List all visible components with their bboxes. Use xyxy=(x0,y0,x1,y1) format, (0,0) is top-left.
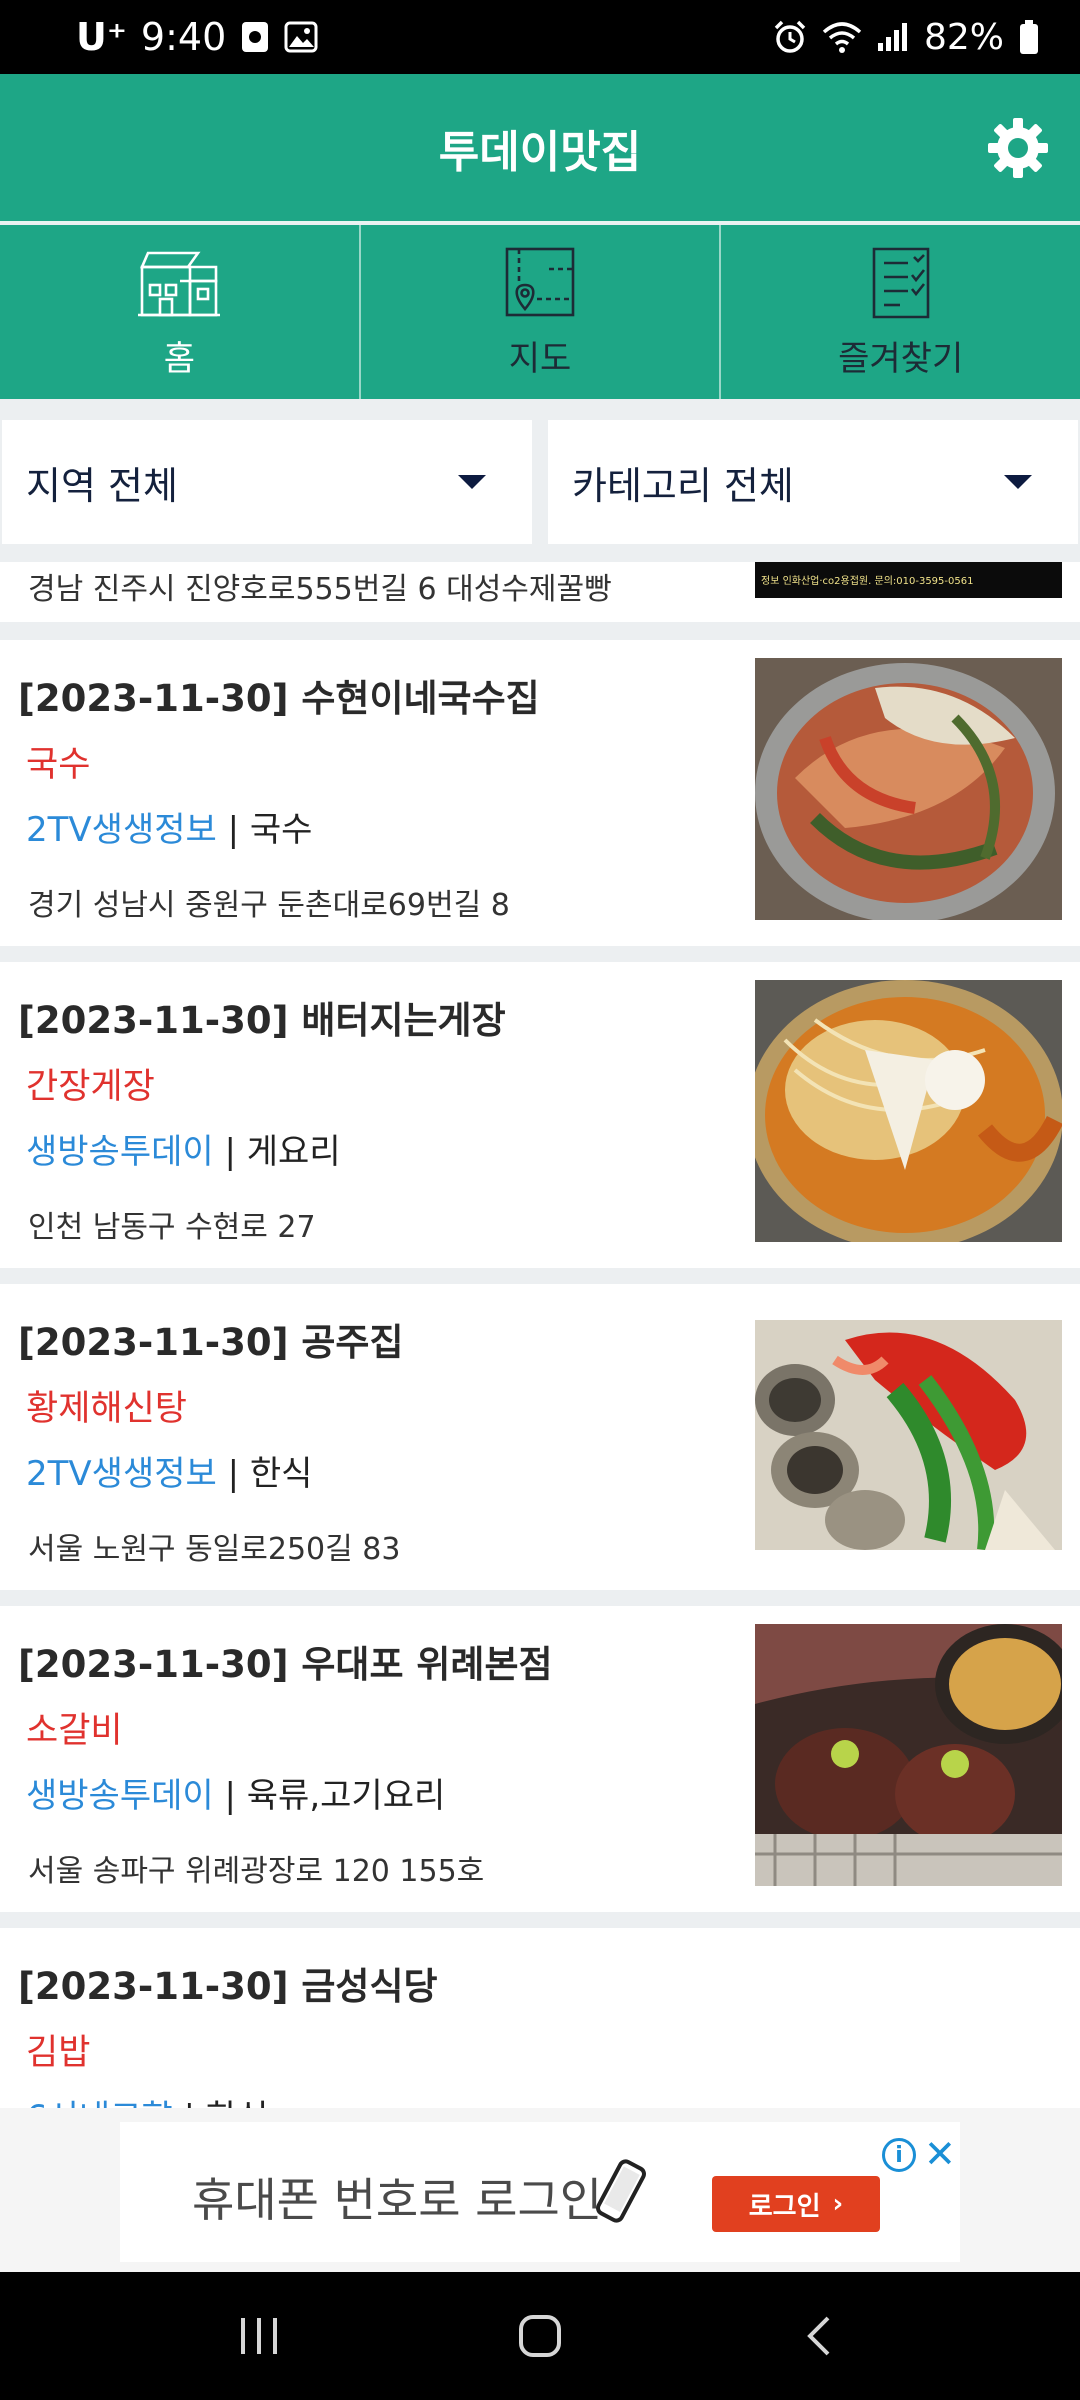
region-select[interactable]: 지역 전체 xyxy=(2,420,532,544)
battery-icon xyxy=(1020,20,1038,54)
tab-home[interactable]: 홈 xyxy=(0,225,361,399)
ad-login-label: 로그인 xyxy=(748,2191,821,2222)
restaurant-menu: 김밥 xyxy=(26,2033,91,2073)
restaurant-menu: 국수 xyxy=(26,745,91,785)
restaurant-title: [2023-11-30] 공주집 xyxy=(18,1321,404,1364)
home-button[interactable] xyxy=(500,2296,580,2376)
clock: 9:40 xyxy=(140,15,227,59)
info-icon[interactable]: i xyxy=(882,2138,916,2172)
app-header: 투데이맛집 xyxy=(0,74,1080,223)
chevron-down-icon xyxy=(458,475,486,489)
list-item[interactable]: [2023-11-30] 금성식당 김밥 6시내고향 | 한식 xyxy=(0,1928,1080,2108)
ad-text: 휴대폰 번호로 로그인 xyxy=(192,2173,603,2227)
tab-label-favorites: 즐겨찾기 xyxy=(838,338,964,379)
source-separator: | xyxy=(224,1776,236,1816)
phone-icon xyxy=(596,2159,646,2223)
back-button[interactable] xyxy=(780,2296,860,2376)
filter-row: 지역 전체 카테고리 전체 xyxy=(0,420,1080,544)
restaurant-source: 생방송투데이 xyxy=(26,1776,214,1816)
checklist-icon xyxy=(872,247,929,318)
house-icon xyxy=(138,251,221,316)
restaurant-address: 경기 성남시 중원구 둔촌대로69번길 8 xyxy=(28,888,510,923)
source-separator: | xyxy=(184,2098,195,2108)
restaurant-menu: 소갈비 xyxy=(26,1711,123,1751)
home-nav-icon xyxy=(519,2315,561,2357)
partial-item-address: 경남 진주시 진양호로555번길 6 대성수제꿀빵 xyxy=(28,572,612,607)
restaurant-source: 2TV생생정보 xyxy=(26,1454,217,1494)
restaurant-source: 6시내고향 xyxy=(26,2098,173,2108)
restaurant-menu: 간장게장 xyxy=(26,1067,155,1107)
source-separator: | xyxy=(224,1132,236,1172)
list-item-partial[interactable]: 경남 진주시 진양호로555번길 6 대성수제꿀빵 정보 인화산업·co2용접원… xyxy=(0,562,1080,622)
restaurant-source-line: 6시내고향 | 한식 xyxy=(26,2090,268,2108)
list-item[interactable]: [2023-11-30] 수현이네국수집 국수 2TV생생정보 | 국수 경기 … xyxy=(0,640,1080,946)
chevron-down-icon xyxy=(1004,475,1032,489)
region-select-value: 지역 전체 xyxy=(26,463,178,508)
wifi-icon xyxy=(822,22,862,53)
restaurant-title: [2023-11-30] 배터지는게장 xyxy=(18,999,506,1042)
close-icon[interactable]: ✕ xyxy=(924,2132,956,2176)
restaurant-title: [2023-11-30] 수현이네국수집 xyxy=(18,677,540,720)
restaurant-title: [2023-11-30] 우대포 위례본점 xyxy=(18,1643,553,1686)
list-item[interactable]: [2023-11-30] 공주집 황제해신탕 2TV생생정보 | 한식 서울 노… xyxy=(0,1284,1080,1590)
gallery-icon xyxy=(284,21,318,53)
back-icon xyxy=(807,2316,830,2356)
tab-map[interactable]: 지도 xyxy=(361,225,722,399)
map-icon xyxy=(505,247,575,316)
restaurant-source: 생방송투데이 xyxy=(26,1132,214,1172)
tab-label-map: 지도 xyxy=(508,338,572,379)
gear-icon[interactable] xyxy=(984,114,1052,182)
ad-login-button[interactable]: 로그인 › xyxy=(712,2176,880,2232)
restaurant-thumbnail xyxy=(755,658,1062,920)
restaurant-source-line: 2TV생생정보 | 국수 xyxy=(26,802,312,851)
page-title: 투데이맛집 xyxy=(438,126,642,178)
restaurant-category: 게요리 xyxy=(246,1132,341,1172)
category-select[interactable]: 카테고리 전체 xyxy=(548,420,1078,544)
signal-icon xyxy=(877,23,907,51)
recent-apps-icon xyxy=(241,2318,277,2354)
restaurant-category: 한식 xyxy=(249,1454,313,1494)
partial-item-thumbnail: 정보 인화산업·co2용접원. 문의:010-3595-0561 xyxy=(755,562,1062,598)
list-item[interactable]: [2023-11-30] 우대포 위례본점 소갈비 생방송투데이 | 육류,고기… xyxy=(0,1606,1080,1912)
battery-percent: 82% xyxy=(923,16,1004,58)
carrier-label: U⁺ xyxy=(76,15,127,59)
restaurant-source-line: 생방송투데이 | 육류,고기요리 xyxy=(26,1768,445,1817)
source-separator: | xyxy=(227,1454,240,1494)
restaurant-category: 육류,고기요리 xyxy=(246,1776,446,1816)
restaurant-address: 서울 송파구 위례광장로 120 155호 xyxy=(28,1854,485,1889)
restaurant-menu: 황제해신탕 xyxy=(26,1389,188,1429)
restaurant-category: 한식 xyxy=(206,2098,269,2108)
restaurant-thumbnail xyxy=(755,980,1062,1242)
tab-bar: 홈 지도 즐겨찾기 xyxy=(0,225,1080,399)
restaurant-source: 2TV생생정보 xyxy=(26,810,217,850)
restaurant-category: 국수 xyxy=(249,810,313,850)
restaurant-address: 인천 남동구 수현로 27 xyxy=(28,1210,316,1245)
restaurant-thumbnail xyxy=(755,1320,1062,1550)
category-select-value: 카테고리 전체 xyxy=(572,463,794,508)
tab-favorites[interactable]: 즐겨찾기 xyxy=(721,225,1080,399)
alarm-icon xyxy=(774,20,806,53)
status-right: 82% xyxy=(772,17,1040,58)
tab-label-home: 홈 xyxy=(163,338,195,379)
status-bar: U⁺ 9:40 82% xyxy=(0,0,1080,74)
list-item[interactable]: [2023-11-30] 배터지는게장 간장게장 생방송투데이 | 게요리 인천… xyxy=(0,962,1080,1268)
restaurant-address: 서울 노원구 동일로250길 83 xyxy=(28,1532,401,1567)
restaurant-source-line: 생방송투데이 | 게요리 xyxy=(26,1124,341,1173)
chevron-right-icon: › xyxy=(832,2189,844,2219)
restaurant-thumbnail xyxy=(755,1624,1062,1886)
ad-banner: 휴대폰 번호로 로그인 로그인 › i ✕ xyxy=(0,2108,1080,2272)
restaurant-source-line: 2TV생생정보 | 한식 xyxy=(26,1446,312,1495)
source-separator: | xyxy=(227,810,240,850)
ad-content[interactable]: 휴대폰 번호로 로그인 로그인 › i ✕ xyxy=(120,2122,960,2262)
status-left: U⁺ 9:40 xyxy=(76,15,318,59)
recent-apps-button[interactable] xyxy=(220,2296,300,2376)
restaurant-title: [2023-11-30] 금성식당 xyxy=(18,1965,438,2008)
screen-record-icon xyxy=(242,22,269,52)
app-root: U⁺ 9:40 82% 투데이맛집 홈 지도 즐겨찾기 지역 전체 카테고리 전… xyxy=(0,0,1080,2400)
restaurant-list[interactable]: 경남 진주시 진양호로555번길 6 대성수제꿀빵 정보 인화산업·co2용접원… xyxy=(0,562,1080,2108)
system-nav-bar xyxy=(0,2272,1080,2400)
